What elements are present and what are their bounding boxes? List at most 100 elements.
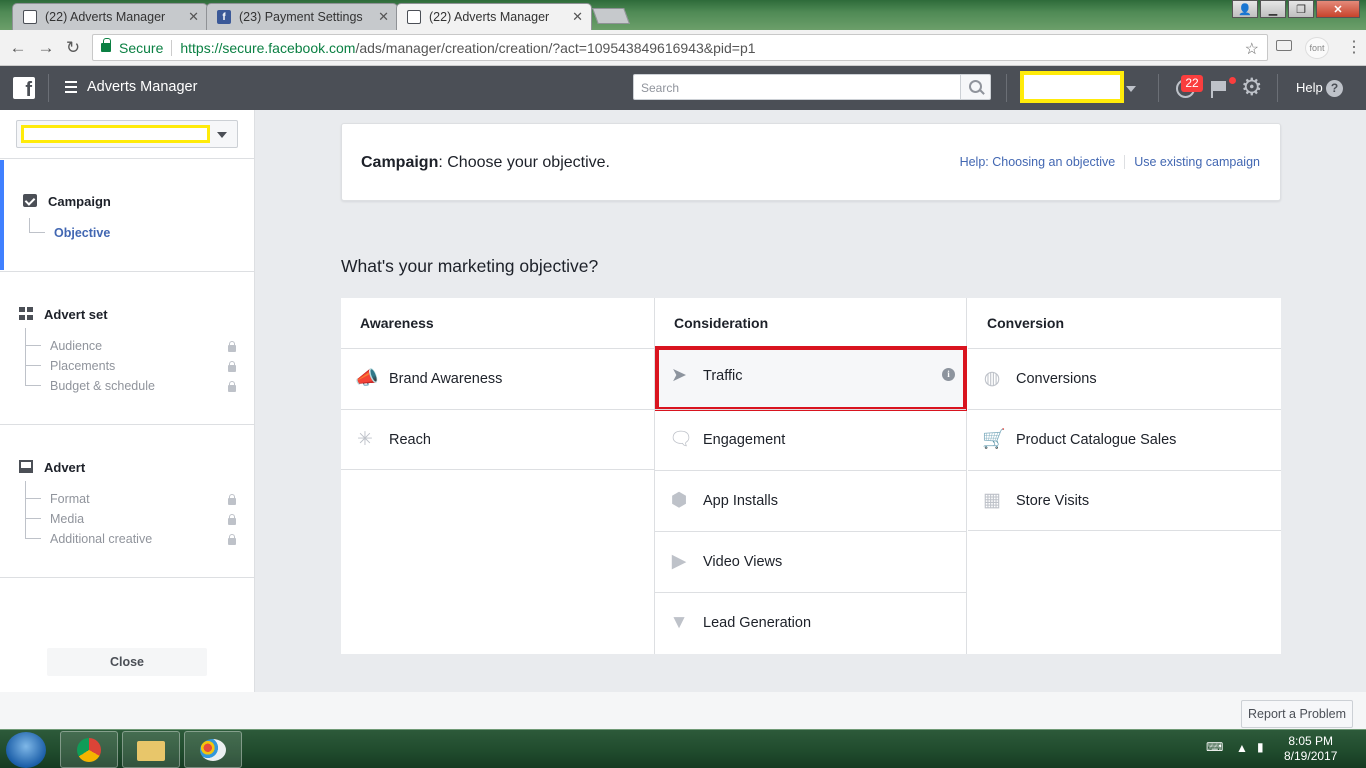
info-icon[interactable]: i xyxy=(942,368,955,381)
objective-brand-awareness[interactable]: 📣 Brand Awareness xyxy=(341,348,654,409)
objective-column-conversion: Conversion ◍ Conversions 🛒 Product Catal… xyxy=(968,298,1281,654)
objective-product-catalogue-sales[interactable]: 🛒 Product Catalogue Sales xyxy=(968,409,1281,470)
back-arrow-icon[interactable]: ← xyxy=(8,38,28,58)
objective-label: Store Visits xyxy=(1016,493,1090,509)
chevron-down-icon[interactable] xyxy=(1126,86,1136,92)
app-title[interactable]: Adverts Manager xyxy=(87,79,197,95)
facebook-logo-icon[interactable]: f xyxy=(13,77,35,99)
new-tab-button[interactable] xyxy=(592,8,630,24)
sidebar-section-campaign[interactable]: Campaign xyxy=(48,194,111,209)
lock-icon xyxy=(228,494,236,505)
objective-label: Product Catalogue Sales xyxy=(1016,432,1177,448)
browser-tab[interactable]: (22) Adverts Manager ✕ xyxy=(12,3,208,30)
reach-icon: ✳ xyxy=(357,429,373,450)
search-input[interactable]: Search xyxy=(633,74,961,100)
browser-toolbar: ← → ↻ Secure https://secure.facebook.com… xyxy=(0,30,1366,66)
flag-icon[interactable] xyxy=(1211,78,1229,98)
objective-engagement[interactable]: 🗨 Engagement xyxy=(655,409,966,470)
reload-icon[interactable]: ↻ xyxy=(63,38,83,58)
lock-icon xyxy=(228,514,236,525)
help-question-icon[interactable]: ? xyxy=(1326,80,1343,97)
advert-icon xyxy=(19,460,33,473)
campaign-label: Campaign xyxy=(361,154,439,171)
tree-tick xyxy=(29,232,45,233)
objective-reach[interactable]: ✳ Reach xyxy=(341,409,654,470)
tab-close-icon[interactable]: ✕ xyxy=(378,9,389,25)
tree-line xyxy=(25,328,26,386)
campaign-links: Help: Choosing an objective Use existing… xyxy=(960,155,1260,169)
tree-line xyxy=(25,481,26,539)
hamburger-menu-icon[interactable] xyxy=(65,81,77,93)
paint-taskbar-icon[interactable] xyxy=(184,731,242,768)
advert-set-grid-icon xyxy=(19,307,33,320)
file-explorer-taskbar-icon[interactable] xyxy=(122,731,180,768)
column-heading: Conversion xyxy=(987,315,1065,331)
help-choosing-objective-link[interactable]: Help: Choosing an objective xyxy=(960,155,1116,169)
objective-traffic[interactable]: ➤ Traffic i xyxy=(655,346,967,411)
sidebar-item-budget-schedule: Budget & schedule xyxy=(50,379,155,393)
keyboard-tray-icon[interactable]: ⌨ xyxy=(1206,740,1223,754)
objective-label: Traffic xyxy=(703,368,743,384)
address-bar[interactable]: Secure https://secure.facebook.com/ads/m… xyxy=(92,34,1268,61)
funnel-icon: ▼ xyxy=(669,612,689,633)
lock-icon xyxy=(228,341,236,352)
sidebar-item-objective[interactable]: Objective xyxy=(54,226,110,240)
tab-title: (23) Payment Settings xyxy=(239,10,363,24)
report-problem-button[interactable]: Report a Problem xyxy=(1241,700,1353,728)
chrome-menu-icon[interactable]: ⋮ xyxy=(1346,37,1362,57)
windows-taskbar: ⌨ ▲ ▮ 8:05 PM 8/19/2017 xyxy=(0,729,1366,768)
font-extension-icon[interactable]: font xyxy=(1305,37,1329,59)
facebook-favicon-icon: f xyxy=(217,10,231,24)
objective-store-visits[interactable]: ▦ Store Visits xyxy=(968,470,1281,531)
keyboard-extension-icon[interactable] xyxy=(1276,40,1292,51)
chevron-down-icon[interactable] xyxy=(217,132,227,138)
header-divider xyxy=(1277,74,1278,102)
lock-icon xyxy=(228,361,236,372)
forward-arrow-icon[interactable]: → xyxy=(36,38,56,58)
objective-label: Engagement xyxy=(703,432,786,448)
creation-sidebar: Campaign Objective Advert set Audience P… xyxy=(0,110,255,692)
ad-account-selector[interactable] xyxy=(1020,71,1124,103)
cart-icon: 🛒 xyxy=(982,429,1006,450)
sidebar-item-placements: Placements xyxy=(50,359,116,373)
minimize-button[interactable]: ▁ xyxy=(1260,0,1286,18)
sidebar-item-format: Format xyxy=(50,492,90,506)
windows-start-button[interactable] xyxy=(6,732,46,768)
search-icon[interactable] xyxy=(961,74,991,100)
divider xyxy=(0,158,254,159)
use-existing-campaign-link[interactable]: Use existing campaign xyxy=(1134,155,1260,169)
power-tray-icon[interactable]: ▮ xyxy=(1257,740,1264,754)
bookmark-star-icon[interactable]: ☆ xyxy=(1245,39,1259,59)
objective-video-views[interactable]: ▶ Video Views xyxy=(655,531,966,592)
maximize-button[interactable]: ❐ xyxy=(1288,0,1314,18)
show-hidden-icons-icon[interactable]: ▲ xyxy=(1236,741,1248,755)
help-label[interactable]: Help xyxy=(1296,80,1323,95)
objective-lead-generation[interactable]: ▼ Lead Generation xyxy=(655,592,966,653)
sidebar-item-additional-creative: Additional creative xyxy=(50,532,153,546)
header-divider xyxy=(1158,74,1159,102)
page-footer: Report a Problem xyxy=(0,692,1366,729)
account-dropdown[interactable] xyxy=(16,120,238,148)
gear-icon[interactable]: ⚙ xyxy=(1241,76,1263,100)
link-divider xyxy=(1124,155,1126,169)
close-button[interactable]: Close xyxy=(47,648,207,676)
close-window-button[interactable]: ✕ xyxy=(1316,0,1360,18)
sidebar-section-advert-set[interactable]: Advert set xyxy=(44,307,108,322)
browser-tab-active[interactable]: (22) Adverts Manager ✕ xyxy=(396,3,592,30)
paint-palette-icon xyxy=(200,739,226,761)
cursor-icon: ➤ xyxy=(671,365,687,386)
flag-alert-dot xyxy=(1229,77,1236,84)
tab-close-icon[interactable]: ✕ xyxy=(572,9,583,25)
browser-tab[interactable]: f (23) Payment Settings ✕ xyxy=(206,3,398,30)
divider xyxy=(0,424,254,425)
tab-close-icon[interactable]: ✕ xyxy=(188,9,199,25)
header-divider xyxy=(1006,74,1007,102)
objective-app-installs[interactable]: ⬢ App Installs xyxy=(655,470,966,531)
system-clock[interactable]: 8:05 PM 8/19/2017 xyxy=(1284,734,1337,764)
objective-question: What's your marketing objective? xyxy=(341,256,599,276)
header-divider xyxy=(48,74,49,102)
sidebar-section-advert[interactable]: Advert xyxy=(44,460,85,475)
user-profile-icon[interactable]: 👤 xyxy=(1232,0,1258,18)
chrome-taskbar-icon[interactable] xyxy=(60,731,118,768)
objective-conversions[interactable]: ◍ Conversions xyxy=(968,348,1281,409)
